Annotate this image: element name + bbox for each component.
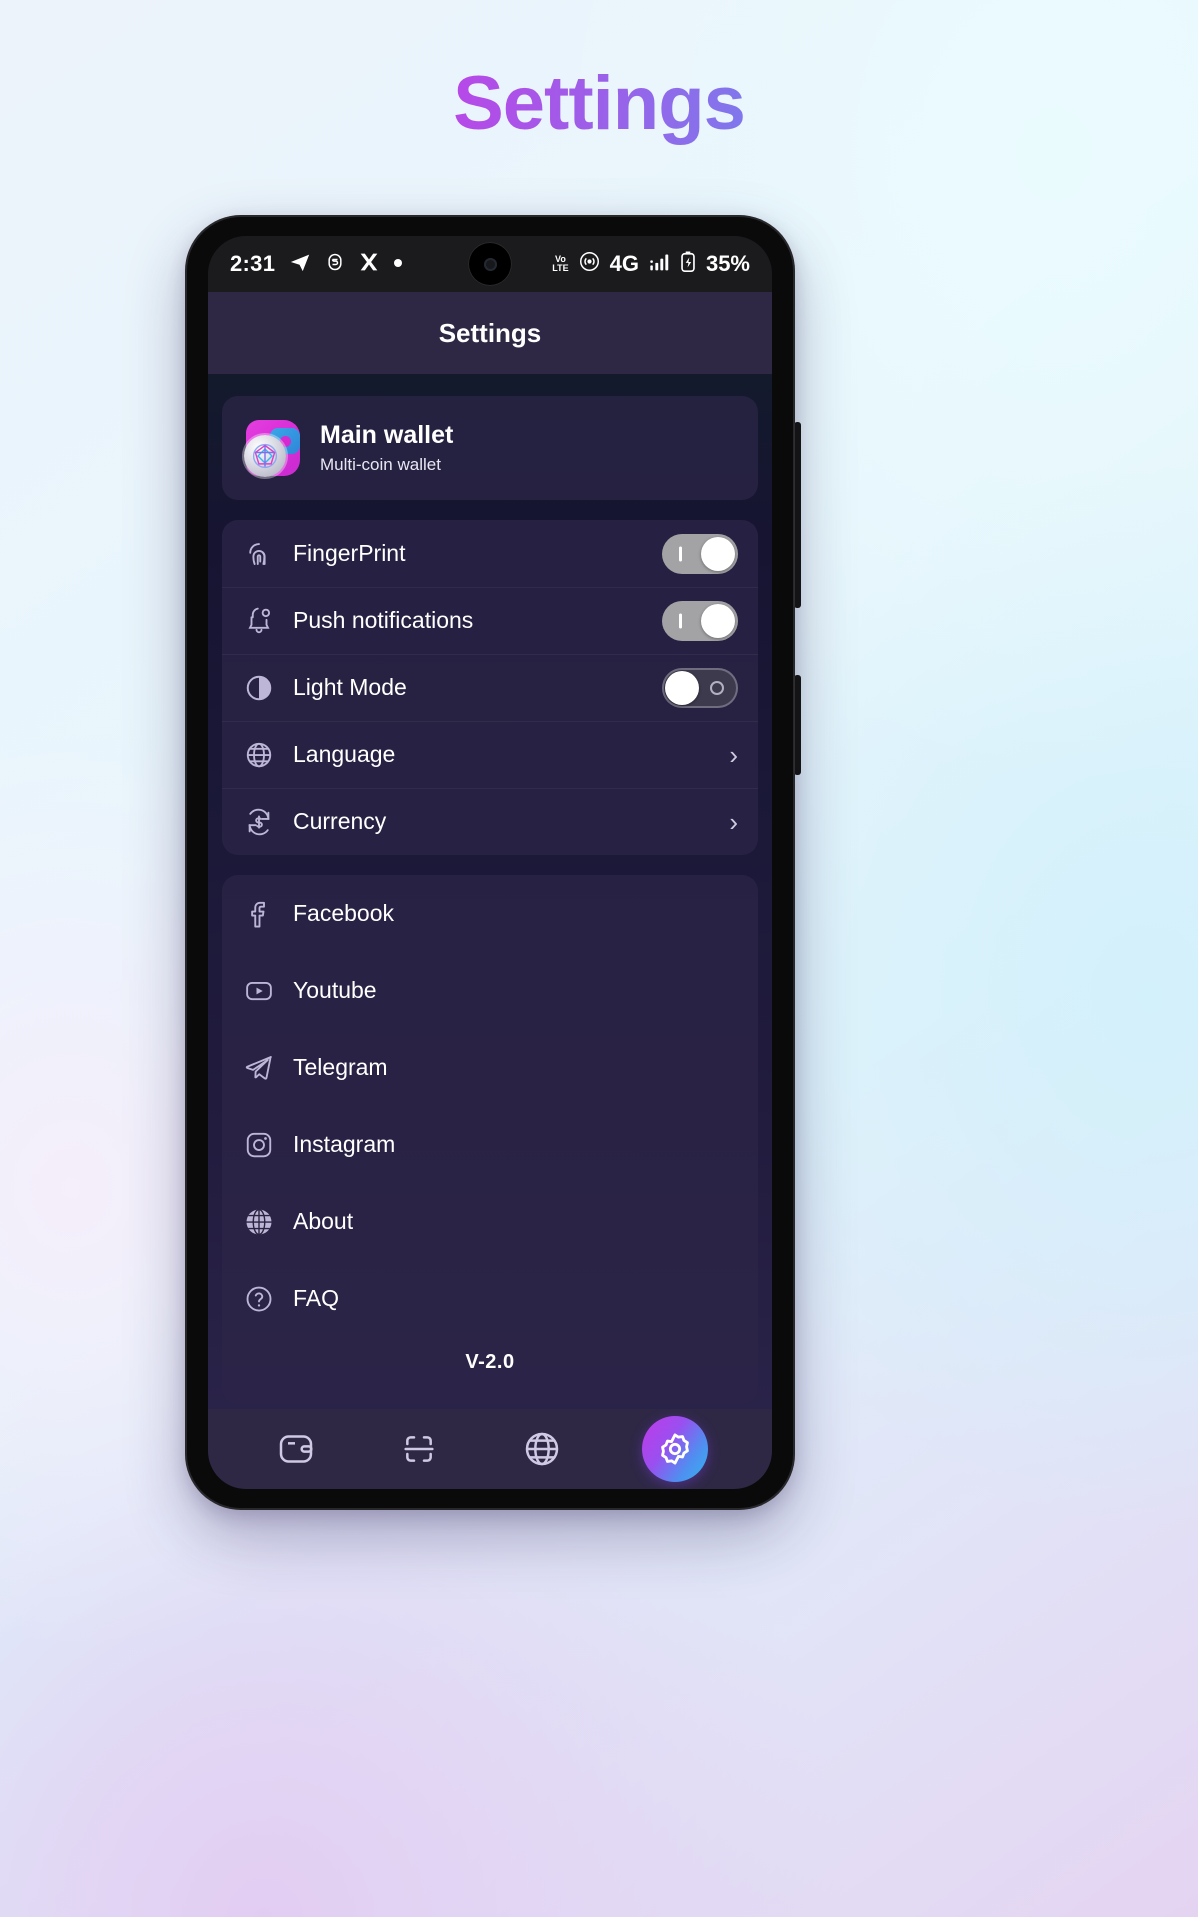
link-row-label: Telegram <box>293 1054 388 1080</box>
settings-row-label: Light Mode <box>293 674 407 700</box>
link-row-youtube[interactable]: Youtube <box>222 952 758 1029</box>
app-header: Settings <box>208 292 772 374</box>
globe-icon <box>242 738 276 772</box>
link-row-label: Instagram <box>293 1131 396 1157</box>
front-camera <box>468 242 512 286</box>
push-notifications-toggle[interactable] <box>662 600 738 641</box>
dot-icon <box>393 255 403 273</box>
settings-row-fingerprint[interactable]: FingerPrint <box>222 520 758 587</box>
hotspot-icon <box>579 251 600 277</box>
link-row-facebook[interactable]: Facebook <box>222 875 758 952</box>
settings-content: Main wallet Multi-coin wallet FingerPrin… <box>208 374 772 1409</box>
signal-bars-icon <box>649 252 670 277</box>
settings-row-label: FingerPrint <box>293 540 406 566</box>
link-row-label: Facebook <box>293 900 395 926</box>
app-header-title: Settings <box>438 317 542 348</box>
bottom-nav <box>208 1409 772 1489</box>
nav-item-scan[interactable] <box>396 1426 442 1472</box>
settings-row-label: Currency <box>293 808 387 834</box>
battery-charging-icon <box>680 251 696 278</box>
question-circle-icon <box>242 1282 276 1316</box>
settings-row-push-notifications[interactable]: Push notifications <box>222 587 758 654</box>
link-row-label: About <box>293 1208 354 1234</box>
chevron-right-icon: › <box>729 806 738 837</box>
battery-percent: 35% <box>705 251 750 276</box>
link-row-label: FAQ <box>293 1285 340 1311</box>
youtube-icon <box>242 974 276 1008</box>
half-circle-icon <box>242 671 276 705</box>
nav-item-browser[interactable] <box>519 1426 565 1472</box>
page-title: Settings <box>0 60 1198 147</box>
wallet-name: Main wallet <box>320 421 454 449</box>
network-4g-label: 4G <box>609 251 639 276</box>
globe-filled-icon <box>242 1205 276 1239</box>
settings-row-label: Language <box>293 741 396 767</box>
link-row-about[interactable]: About <box>222 1183 758 1260</box>
wallet-avatar-icon <box>242 418 302 478</box>
app-s-icon <box>325 251 345 278</box>
fingerprint-toggle[interactable] <box>662 533 738 574</box>
telegram-icon <box>242 1051 276 1085</box>
nav-item-settings[interactable] <box>641 1416 708 1482</box>
power-button[interactable] <box>794 675 801 775</box>
settings-row-currency[interactable]: Currency › <box>222 788 758 855</box>
instagram-icon <box>242 1128 276 1162</box>
currency-refresh-icon <box>242 805 276 839</box>
settings-row-label: Push notifications <box>293 607 474 633</box>
volte-icon: Vo LTE <box>552 254 569 273</box>
x-icon <box>359 252 379 277</box>
link-row-instagram[interactable]: Instagram <box>222 1106 758 1183</box>
volume-button[interactable] <box>794 422 801 608</box>
phone-frame: 2:31 Vo LTE 4G 35% Settings Main wallet … <box>185 215 801 1510</box>
wallet-subtitle: Multi-coin wallet <box>320 455 441 474</box>
status-bar: 2:31 Vo LTE 4G 35% <box>208 236 772 292</box>
chevron-right-icon: › <box>729 739 738 770</box>
bell-icon <box>242 604 276 638</box>
link-row-faq[interactable]: FAQ <box>222 1260 758 1337</box>
light-mode-toggle[interactable] <box>662 667 738 708</box>
telegram-icon <box>289 251 311 278</box>
fingerprint-icon <box>242 537 276 571</box>
preferences-card: FingerPrint Push notifications Light Mod… <box>222 520 758 855</box>
app-version: V-2.0 <box>465 1351 515 1373</box>
link-row-label: Youtube <box>293 977 377 1003</box>
status-time: 2:31 <box>230 251 276 276</box>
wallet-card[interactable]: Main wallet Multi-coin wallet <box>222 396 758 500</box>
link-row-telegram[interactable]: Telegram <box>222 1029 758 1106</box>
facebook-icon <box>242 897 276 931</box>
phone-screen: 2:31 Vo LTE 4G 35% Settings Main wallet … <box>208 236 772 1489</box>
settings-row-light-mode[interactable]: Light Mode <box>222 654 758 721</box>
nav-item-wallet[interactable] <box>273 1426 319 1472</box>
settings-row-language[interactable]: Language › <box>222 721 758 788</box>
links-card: Facebook Youtube Telegram Instagram Abou… <box>222 875 758 1404</box>
